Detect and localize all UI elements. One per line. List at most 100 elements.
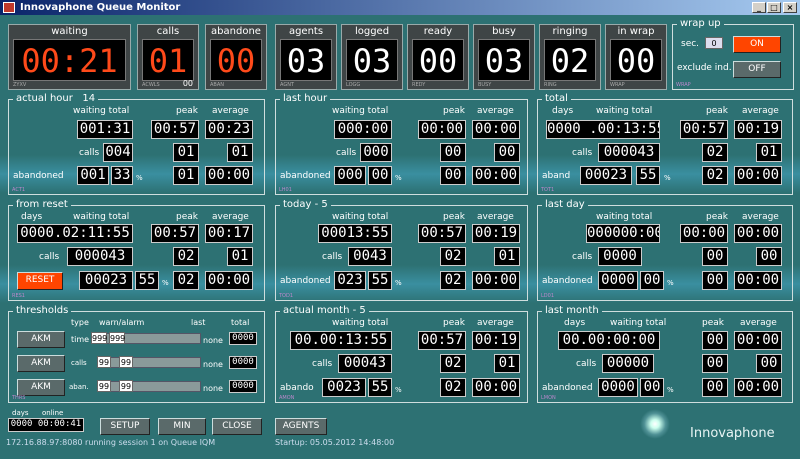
average-value: 00:19: [472, 331, 520, 350]
minimize-button[interactable]: _: [752, 2, 766, 13]
abandoned-peak: 01: [173, 166, 199, 185]
percent-sign: %: [136, 174, 143, 182]
col-peak: peak: [443, 212, 465, 222]
calls-peak: 02: [440, 354, 466, 373]
col-waiting-total: waiting total: [332, 318, 389, 328]
waiting-total: 00013:55: [318, 224, 392, 243]
threshold-time-button[interactable]: AKM: [17, 331, 65, 348]
tile-value: 00: [210, 39, 262, 81]
peak-value: 00:57: [418, 331, 466, 350]
average-value: 00:00: [734, 331, 782, 350]
abandoned-average: 00:00: [734, 271, 782, 290]
col-average: average: [742, 212, 779, 222]
calls-peak: 00: [702, 354, 728, 373]
abandoned-average: 00:00: [205, 271, 253, 290]
panel-tag: RES1: [12, 293, 25, 299]
alarm-input[interactable]: 99: [119, 356, 133, 368]
percent-sign: %: [395, 386, 402, 394]
tile-tag: RING: [544, 82, 557, 88]
average-value: 00:19: [734, 120, 782, 139]
panel-title: wrap up: [677, 18, 724, 30]
calls-peak: 02: [702, 143, 728, 162]
col-average: average: [212, 212, 249, 222]
calls-average: 01: [494, 247, 520, 266]
percent-sign: %: [664, 174, 671, 182]
maximize-button[interactable]: □: [767, 2, 781, 13]
calls-label: calls: [312, 359, 333, 369]
peak-value: 00:57: [680, 120, 728, 139]
threshold-last: none: [203, 360, 223, 369]
panel-title: thresholds: [13, 305, 72, 317]
tile-label: logged: [354, 26, 390, 37]
min-button[interactable]: MIN: [158, 418, 206, 435]
warn-input[interactable]: 99: [97, 380, 111, 392]
panel-tag: AMON: [279, 395, 295, 401]
hour-value: 14: [82, 93, 96, 104]
col-waiting-total: waiting total: [332, 106, 389, 116]
last-month-panel: last month days waiting total peak avera…: [537, 305, 793, 403]
panel-tag: TOT1: [541, 187, 555, 193]
calls-peak: 02: [440, 247, 466, 266]
tile-busy: busy 03 BUSY: [473, 24, 535, 90]
col-waiting-total: waiting total: [332, 212, 389, 222]
agents-button[interactable]: AGENTS: [275, 418, 327, 435]
calls-value: 000043: [67, 247, 133, 266]
close-button[interactable]: CLOSE: [212, 418, 262, 435]
tile-abandoned: abandone 00 ABAN: [205, 24, 267, 90]
tile-calls: calls 01 ACWLS 00: [137, 24, 199, 90]
setup-button[interactable]: SETUP: [100, 418, 150, 435]
abandoned-label: abandoned: [542, 383, 593, 393]
col-average: average: [477, 318, 514, 328]
tile-tag: AGNT: [280, 82, 295, 88]
reset-button[interactable]: RESET: [17, 272, 63, 290]
sec-input[interactable]: 0: [705, 37, 723, 49]
threshold-type: aban.: [69, 383, 89, 391]
alarm-input[interactable]: 999: [109, 332, 125, 344]
panel-title: total: [542, 93, 571, 105]
close-window-button[interactable]: ×: [783, 2, 797, 13]
total-panel: total days waiting total peak average 00…: [537, 93, 793, 195]
threshold-calls-button[interactable]: AKM: [17, 355, 65, 372]
waiting-total: 00.00:13:55: [290, 331, 392, 350]
col-peak: peak: [443, 318, 465, 328]
waiting-total: 001:31: [77, 120, 133, 139]
average-value: 00:17: [205, 224, 253, 243]
panel-title: from reset: [13, 199, 71, 211]
col-peak: peak: [706, 212, 728, 222]
col-warn-alarm: warn/alarm: [99, 318, 145, 327]
exclude-label: exclude ind.: [677, 63, 732, 73]
today-panel: today - 5 waiting total peak average 000…: [275, 199, 528, 301]
abandoned-percent: 55: [636, 166, 660, 185]
warn-input[interactable]: 99: [97, 356, 111, 368]
alarm-input[interactable]: 99: [119, 380, 133, 392]
abandoned-average: 00:00: [205, 166, 253, 185]
col-peak: peak: [706, 106, 728, 116]
col-average: average: [742, 106, 779, 116]
threshold-aban-button[interactable]: AKM: [17, 379, 65, 396]
tile-waiting: waiting 00:21 ZYXV: [8, 24, 131, 90]
abandoned-percent: 00: [640, 378, 664, 397]
col-days: days: [21, 212, 43, 222]
calls-value: 000: [360, 143, 392, 162]
abandoned-percent: 00: [640, 271, 664, 290]
threshold-type: time: [71, 335, 90, 344]
calls-average: 01: [494, 354, 520, 373]
panel-title: last hour: [280, 93, 331, 105]
abandoned-average: 00:00: [472, 378, 520, 397]
wrap-on-button[interactable]: ON: [733, 36, 781, 53]
thresholds-panel: thresholds type warn/alarm last total AK…: [8, 305, 265, 403]
panel-title: last day: [542, 199, 588, 211]
average-value: 00:23: [205, 120, 253, 139]
abandoned-average: 00:00: [472, 166, 520, 185]
app-icon: [3, 2, 15, 13]
calls-value: 000043: [598, 143, 660, 162]
wrap-off-button[interactable]: OFF: [733, 61, 781, 78]
col-average: average: [477, 212, 514, 222]
panel-title: actual hour 14: [13, 93, 99, 105]
percent-sign: %: [162, 279, 169, 287]
col-last: last: [191, 318, 206, 327]
calls-value: 0000: [598, 247, 642, 266]
abandoned-value: 0023: [322, 378, 366, 397]
tile-label: ringing: [552, 26, 588, 37]
warn-input[interactable]: 999: [91, 332, 107, 344]
